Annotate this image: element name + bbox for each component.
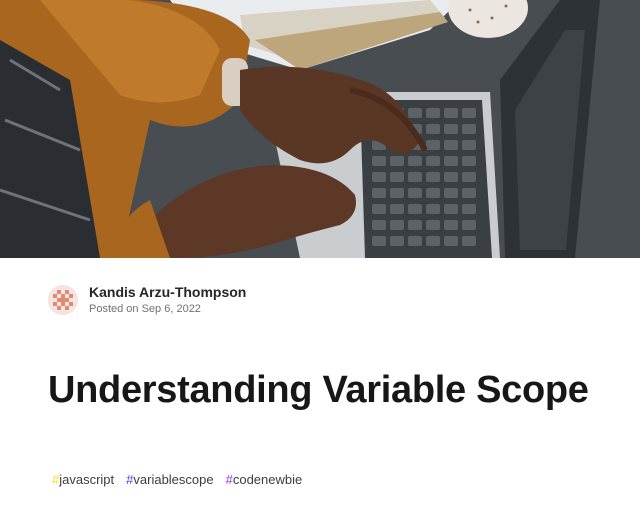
tag-label: codenewbie <box>232 472 303 487</box>
tag-codenewbie[interactable]: #codenewbie <box>226 472 303 487</box>
pixel-identicon-avatar-icon <box>48 285 78 315</box>
article-title: Understanding Variable Scope <box>48 369 589 411</box>
cover-image <box>0 0 640 258</box>
tag-label: javascript <box>59 472 115 487</box>
author-meta: Kandis Arzu-Thompson Posted on Sep 6, 20… <box>89 284 246 316</box>
author-name[interactable]: Kandis Arzu-Thompson <box>89 284 246 301</box>
tag-label: variablescope <box>133 472 214 487</box>
tag-javascript[interactable]: #javascript <box>52 472 114 487</box>
tag-variablescope[interactable]: #variablescope <box>126 472 213 487</box>
hash-icon: # <box>225 472 233 487</box>
avatar[interactable] <box>48 285 78 315</box>
posted-date: Posted on Sep 6, 2022 <box>89 303 201 315</box>
tag-list: #javascript #variablescope #codenewbie <box>52 472 314 487</box>
author-byline: Kandis Arzu-Thompson Posted on Sep 6, 20… <box>48 284 246 316</box>
